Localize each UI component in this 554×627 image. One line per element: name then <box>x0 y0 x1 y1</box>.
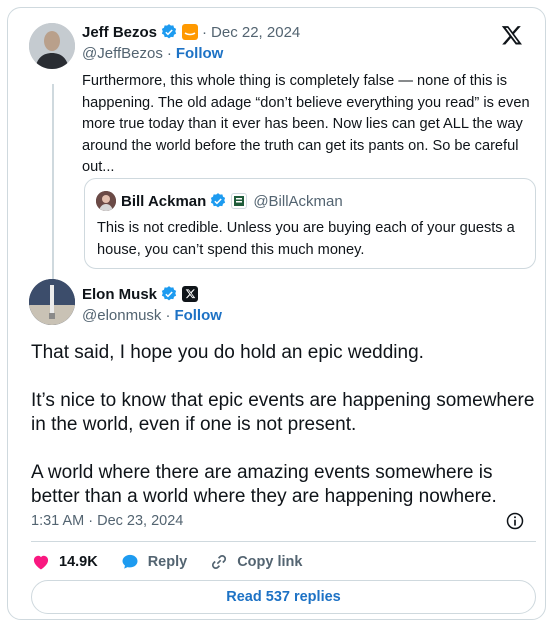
follow-button[interactable]: Follow <box>176 45 224 62</box>
follow-button[interactable]: Follow <box>174 307 222 324</box>
quoted-tweet[interactable]: Bill Ackman @BillAckman This is not cred… <box>84 178 536 269</box>
quoted-header: Bill Ackman @BillAckman <box>96 191 343 211</box>
divider <box>31 541 536 542</box>
like-button[interactable]: 14.9K <box>31 552 98 572</box>
copy-link-label: Copy link <box>237 554 303 570</box>
post-timestamp[interactable]: 1:31 AM · Dec 23, 2024 <box>31 513 183 529</box>
post-time: 1:31 AM <box>31 513 85 529</box>
bezos-handle-row: @JeffBezos · Follow <box>82 45 224 62</box>
read-replies-button[interactable]: Read 537 replies <box>31 580 536 614</box>
reply-bubble-icon <box>122 554 138 569</box>
reply-label: Reply <box>147 554 188 570</box>
link-icon <box>212 555 227 569</box>
quoted-author-name: Bill Ackman <box>121 192 207 210</box>
avatar-bill-ackman <box>96 191 116 211</box>
action-bar: 14.9K Reply Copy link <box>31 552 324 572</box>
tweet-embed-card: Jeff Bezos · Dec 22, 2024 @JeffBezos · F… <box>7 7 546 620</box>
post-paragraph: A world where there are amazing events s… <box>31 462 497 507</box>
copy-link-button[interactable]: Copy link <box>209 552 302 572</box>
x-affiliate-icon <box>182 286 199 302</box>
avatar-jeff-bezos[interactable] <box>29 23 75 69</box>
heart-icon <box>33 555 49 570</box>
post-text: That said, I hope you do hold an epic we… <box>31 341 536 509</box>
affiliate-badge-icon <box>231 193 248 209</box>
post-paragraph: It’s nice to know that epic events are h… <box>31 390 535 435</box>
post-date[interactable]: Dec 22, 2024 <box>211 24 300 41</box>
author-handle[interactable]: @elonmusk <box>82 307 161 324</box>
musk-handle-row: @elonmusk · Follow <box>82 307 222 324</box>
post-paragraph: That said, I hope you do hold an epic we… <box>31 342 424 363</box>
author-name[interactable]: Jeff Bezos <box>82 24 157 41</box>
post-date: Dec 23, 2024 <box>97 513 184 529</box>
verified-badge-icon <box>161 24 177 39</box>
author-handle[interactable]: @JeffBezos <box>82 45 163 62</box>
musk-name-row: Elon Musk <box>82 285 199 303</box>
x-logo-icon[interactable] <box>501 24 523 46</box>
thread-connector <box>52 84 54 282</box>
avatar-elon-musk[interactable] <box>29 279 75 325</box>
reply-button[interactable]: Reply <box>120 552 188 572</box>
like-count: 14.9K <box>59 554 98 570</box>
verified-badge-icon <box>211 193 226 208</box>
quoted-handle: @BillAckman <box>253 192 343 210</box>
verified-badge-icon <box>161 286 177 301</box>
author-name[interactable]: Elon Musk <box>82 286 157 303</box>
bezos-name-row: Jeff Bezos · Dec 22, 2024 <box>82 23 301 41</box>
read-replies-label: Read 537 replies <box>226 589 341 605</box>
amazon-affiliate-icon <box>182 24 199 40</box>
post-text: Furthermore, this whole thing is complet… <box>82 73 530 175</box>
quoted-text: This is not credible. Unless you are buy… <box>97 220 515 258</box>
info-icon[interactable] <box>505 511 525 531</box>
